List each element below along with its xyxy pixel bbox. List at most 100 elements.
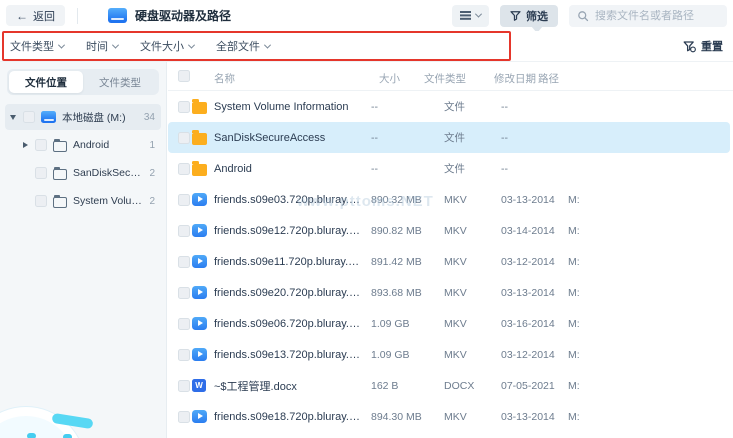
reset-button[interactable]: 重置 <box>683 38 723 54</box>
tree-checkbox[interactable] <box>35 139 47 151</box>
file-type-icon <box>192 193 207 206</box>
tree-item[interactable]: System Volume Infor... 2 <box>5 188 161 214</box>
tree-item-count: 2 <box>149 196 155 207</box>
row-checkbox[interactable] <box>178 163 190 175</box>
column-size[interactable]: 大小 <box>379 71 400 86</box>
file-type-icon <box>192 286 207 299</box>
file-date: 03-14-2014 <box>501 225 568 237</box>
table-row[interactable]: System Volume Information -- 文件 -- <box>168 91 730 122</box>
tree-item[interactable]: 本地磁盘 (M:) 34 <box>5 104 161 130</box>
tree-item-count: 34 <box>144 112 155 123</box>
file-path: M: <box>568 411 730 423</box>
file-type-icon <box>192 379 206 392</box>
row-checkbox[interactable] <box>178 349 190 361</box>
sidebar-tab[interactable]: 文件位置 <box>9 71 83 93</box>
row-checkbox[interactable] <box>178 132 190 144</box>
tree-caret[interactable] <box>21 142 29 148</box>
file-path: M: <box>568 256 730 268</box>
search-icon <box>577 10 589 22</box>
file-path: M: <box>568 287 730 299</box>
file-size: 1.09 GB <box>371 349 444 361</box>
tree-item[interactable]: SanDiskSecureAccess 2 <box>5 160 161 186</box>
file-path: M: <box>568 318 730 330</box>
file-type-icon <box>192 164 207 176</box>
chevron-down-icon <box>112 41 119 48</box>
table-row[interactable]: SanDiskSecureAccess -- 文件 -- <box>168 122 730 153</box>
file-name: friends.s09e03.720p.bluray.x2... <box>214 194 371 206</box>
filter-button[interactable]: 筛选 <box>500 5 558 27</box>
filter-dropdown-label: 全部文件 <box>216 38 260 54</box>
table-row[interactable]: friends.s09e06.720p.bluray.x2... 1.09 GB… <box>168 308 730 339</box>
row-checkbox[interactable] <box>178 380 190 392</box>
tree-item-icon <box>53 197 67 208</box>
row-checkbox[interactable] <box>178 318 190 330</box>
row-checkbox[interactable] <box>178 256 190 268</box>
back-arrow-icon: ← <box>16 9 28 23</box>
sidebar-tab[interactable]: 文件类型 <box>83 71 157 93</box>
sidebar-tab-label: 文件类型 <box>99 75 141 90</box>
location-tree: 本地磁盘 (M:) 34 Android 1 SanDiskSecureAcce… <box>0 104 166 214</box>
file-date: 07-05-2021 <box>501 380 568 392</box>
hard-drive-icon <box>108 8 127 23</box>
tree-item-icon <box>53 169 67 180</box>
file-type: MKV <box>444 194 501 206</box>
column-path[interactable]: 路径 <box>538 71 559 86</box>
tree-item[interactable]: Android 1 <box>5 132 161 158</box>
tree-checkbox[interactable] <box>35 167 47 179</box>
file-type: 文件 <box>444 130 501 145</box>
file-date: -- <box>501 132 568 144</box>
row-checkbox[interactable] <box>178 287 190 299</box>
file-date: 03-16-2014 <box>501 318 568 330</box>
filter-dropdown-label: 文件大小 <box>140 38 184 54</box>
row-checkbox[interactable] <box>178 411 190 423</box>
column-name[interactable]: 名称 <box>214 71 235 86</box>
tree-item-label: Android <box>73 139 143 151</box>
file-date: -- <box>501 101 568 113</box>
sidebar-tab-label: 文件位置 <box>25 75 67 90</box>
column-date[interactable]: 修改日期 <box>494 71 536 86</box>
tree-checkbox[interactable] <box>23 111 35 123</box>
filter-dropdown[interactable]: 文件类型 <box>10 38 64 54</box>
file-date: -- <box>501 163 568 175</box>
search-box[interactable] <box>569 5 727 27</box>
filter-dropdown[interactable]: 全部文件 <box>216 38 270 54</box>
search-input[interactable] <box>595 10 719 22</box>
title-area: 硬盘驱动器及路径 <box>108 7 231 24</box>
filter-dropdown[interactable]: 文件大小 <box>140 38 194 54</box>
filter-dropdown-label: 文件类型 <box>10 38 54 54</box>
table-row[interactable]: ~$工程管理.docx 162 B DOCX 07-05-2021 M: <box>168 370 730 401</box>
filter-label: 筛选 <box>526 8 548 24</box>
file-size: 893.68 MB <box>371 287 444 299</box>
file-type: 文件 <box>444 161 501 176</box>
file-type: MKV <box>444 256 501 268</box>
row-checkbox[interactable] <box>178 101 190 113</box>
file-type: 文件 <box>444 99 501 114</box>
file-size: 890.32 MB <box>371 194 444 206</box>
tree-item-count: 2 <box>149 168 155 179</box>
column-type[interactable]: 文件类型 <box>424 71 466 86</box>
back-button[interactable]: ← 返回 <box>6 5 65 26</box>
list-view-icon <box>460 11 471 20</box>
table-row[interactable]: friends.s09e03.720p.bluray.x2... 890.32 … <box>168 184 730 215</box>
table-row[interactable]: friends.s09e20.720p.bluray.x2... 893.68 … <box>168 277 730 308</box>
file-type-icon <box>192 224 207 237</box>
view-mode-button[interactable] <box>452 5 489 27</box>
tree-checkbox[interactable] <box>35 195 47 207</box>
table-row[interactable]: friends.s09e13.720p.bluray.x2... 1.09 GB… <box>168 339 730 370</box>
file-type-icon <box>192 348 207 361</box>
filter-dropdown[interactable]: 时间 <box>86 38 118 54</box>
table-row[interactable]: friends.s09e11.720p.bluray.x2... 891.42 … <box>168 246 730 277</box>
app-window: ← 返回 硬盘驱动器及路径 筛选 <box>0 0 733 438</box>
table-row[interactable]: friends.s09e12.720p.bluray.x2... 890.82 … <box>168 215 730 246</box>
tree-caret[interactable] <box>9 115 17 120</box>
chevron-down-icon <box>58 41 65 48</box>
reset-label: 重置 <box>701 38 723 54</box>
table-row[interactable]: friends.s09e18.720p.bluray.x2... 894.30 … <box>168 401 730 432</box>
filter-dropdowns: 文件类型 时间 文件大小 全部文件 <box>10 38 270 54</box>
table-row[interactable]: Android -- 文件 -- <box>168 153 730 184</box>
row-checkbox[interactable] <box>178 225 190 237</box>
table-header: 名称 大小 文件类型 修改日期 路径 <box>168 62 733 91</box>
row-checkbox[interactable] <box>178 194 190 206</box>
file-name: friends.s09e18.720p.bluray.x2... <box>214 411 371 423</box>
select-all-checkbox[interactable] <box>178 70 190 82</box>
